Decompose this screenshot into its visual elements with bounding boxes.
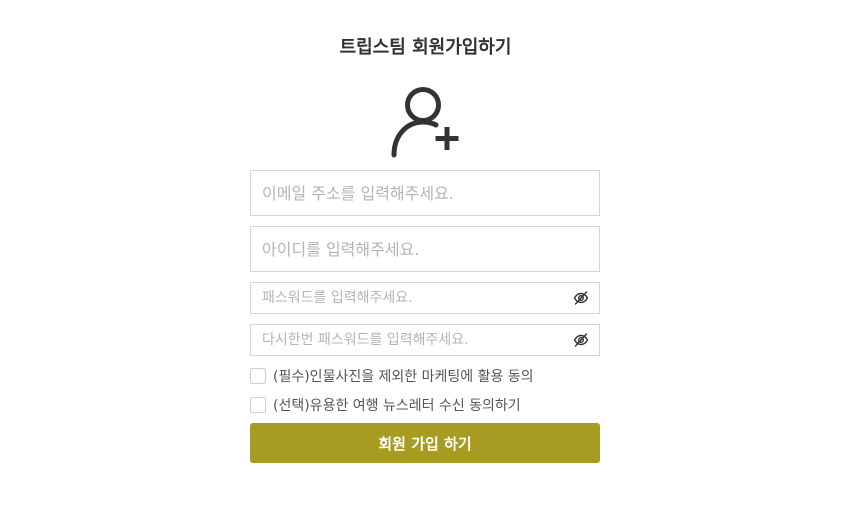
agree-optional-label: (선택)유용한 여행 뉴스레터 수신 동의하기 (273, 398, 521, 414)
user-plus-icon (391, 87, 459, 158)
eye-slash-icon[interactable] (573, 290, 589, 306)
user-id-field[interactable] (250, 226, 600, 272)
password-field[interactable] (250, 282, 600, 314)
email-field[interactable] (250, 170, 600, 216)
page-title: 트립스팀 회원가입하기 (339, 37, 512, 58)
email-input[interactable] (251, 171, 599, 215)
agree-optional-checkbox[interactable] (250, 397, 266, 413)
eye-slash-icon[interactable] (573, 332, 589, 348)
signup-page: 트립스팀 회원가입하기 (필수)인물사진을 제외한 마케팅에 활용 동의 (0, 0, 863, 513)
password-input[interactable] (251, 283, 599, 313)
password-confirm-field[interactable] (250, 324, 600, 356)
password-confirm-input[interactable] (251, 325, 599, 355)
agree-required-row[interactable]: (필수)인물사진을 제외한 마케팅에 활용 동의 (250, 366, 534, 386)
user-id-input[interactable] (251, 227, 599, 271)
signup-button[interactable]: 회원 가입 하기 (250, 423, 600, 463)
agree-required-checkbox[interactable] (250, 368, 266, 384)
agree-required-label: (필수)인물사진을 제외한 마케팅에 활용 동의 (273, 369, 534, 385)
agree-optional-row[interactable]: (선택)유용한 여행 뉴스레터 수신 동의하기 (250, 395, 521, 415)
